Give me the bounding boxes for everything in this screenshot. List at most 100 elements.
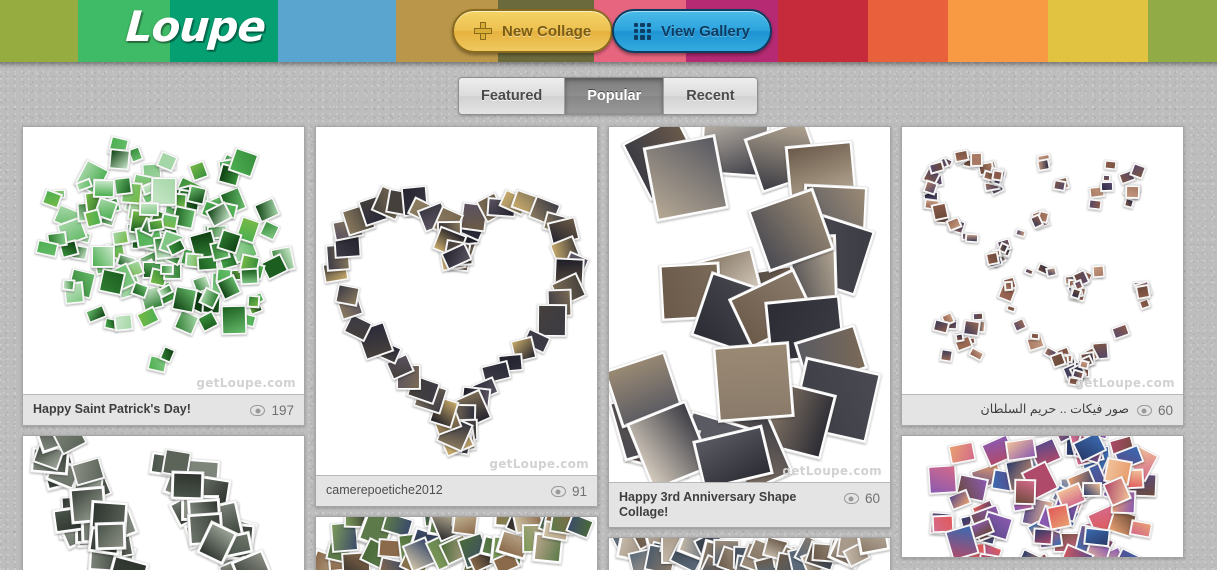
collage-photo (927, 463, 959, 495)
view-count: 60 (1157, 403, 1173, 418)
collage-photo-mosaic (609, 538, 890, 570)
collage-photo (146, 217, 165, 233)
tab-featured[interactable]: Featured (459, 78, 566, 114)
view-count-group: 91 (550, 483, 587, 499)
eye-icon (843, 493, 859, 504)
collage-photo (854, 538, 890, 556)
collage-photo (954, 332, 965, 343)
collage-caption: Happy 3rd Anniversary Shape Collage! 60 (609, 482, 890, 527)
collage-card[interactable]: getLoupe.com صور فيكات .. حريم السلطان 60 (901, 126, 1184, 426)
collage-photo (965, 232, 980, 244)
collage-card[interactable]: getLoupe.com Happy Saint Patrick's Day! 19… (22, 126, 305, 426)
collage-photo (991, 168, 1005, 182)
collage-card[interactable] (608, 537, 891, 570)
view-count: 60 (864, 491, 880, 506)
view-count-group: 60 (843, 490, 880, 506)
gallery-column: getLoupe.com camerepoetiche2012 91 (315, 126, 598, 570)
collage-card[interactable] (901, 435, 1184, 558)
collage-photo (1014, 227, 1027, 239)
eye-icon (250, 405, 266, 416)
collage-photo (967, 346, 985, 362)
collage-thumbnail[interactable] (609, 538, 890, 570)
collage-thumbnail[interactable] (902, 436, 1183, 557)
collage-photo-mosaic (316, 127, 597, 475)
collage-card[interactable]: getLoupe.com camerepoetiche2012 91 (315, 126, 598, 507)
view-count-group: 197 (250, 402, 294, 418)
collage-title: camerepoetiche2012 (326, 483, 443, 497)
collage-photo (1004, 436, 1037, 463)
collage-photo (1029, 331, 1041, 341)
collage-caption: صور فيكات .. حريم السلطان 60 (902, 394, 1183, 425)
header-content: Loupe New Collage View Gallery (0, 0, 1217, 62)
collage-photo (94, 521, 126, 550)
eye-icon (1136, 405, 1152, 416)
collage-title: Happy Saint Patrick's Day! (33, 402, 191, 416)
collage-title: Happy 3rd Anniversary Shape Collage! (619, 490, 797, 519)
collage-photo-mosaic (23, 127, 304, 394)
collage-photo-mosaic (23, 436, 304, 570)
collage-photo (927, 160, 945, 175)
collage-title: صور فيكات .. حريم السلطان (980, 402, 1129, 416)
collage-caption: Happy Saint Patrick's Day! 197 (23, 394, 304, 425)
view-gallery-button[interactable]: View Gallery (612, 9, 772, 53)
collage-photo-mosaic (609, 127, 890, 482)
collage-card[interactable] (22, 435, 305, 570)
collage-photo (113, 313, 135, 332)
collage-photo (1138, 297, 1152, 311)
collage-photo (1077, 358, 1090, 371)
collage-photo (97, 267, 126, 296)
collage-thumbnail[interactable]: getLoupe.com (316, 127, 597, 475)
collage-photo (1035, 158, 1052, 173)
gallery-column: getLoupe.com Happy 3rd Anniversary Shape … (608, 126, 891, 570)
site-logo[interactable]: Loupe (124, 2, 267, 51)
collage-photo (962, 319, 981, 338)
collage-photo (1003, 280, 1014, 291)
header-shadow (0, 62, 1217, 68)
collage-photo (1004, 303, 1017, 314)
view-count: 197 (271, 403, 294, 418)
collage-photo (1125, 184, 1141, 200)
collage-photo (970, 151, 984, 167)
collage-photo (172, 309, 201, 338)
collage-photo (1051, 178, 1067, 192)
collage-photo (642, 133, 731, 222)
collage-thumbnail[interactable]: getLoupe.com (609, 127, 890, 482)
collage-photo (537, 303, 568, 338)
collage-photo (1134, 283, 1151, 300)
collage-photo (170, 470, 205, 501)
collage-photo (1014, 478, 1037, 505)
plus-icon (474, 22, 492, 40)
new-collage-label: New Collage (502, 22, 592, 40)
collage-photo (1129, 519, 1154, 539)
view-count-group: 60 (1136, 402, 1173, 418)
tab-popular[interactable]: Popular (565, 78, 665, 114)
collage-photo (107, 147, 131, 171)
collage-photo (1087, 198, 1103, 211)
collage-thumbnail[interactable]: getLoupe.com (23, 127, 304, 394)
collage-photo (1082, 481, 1103, 497)
collage-photo (61, 277, 77, 291)
collage-card[interactable] (315, 516, 598, 570)
tab-recent[interactable]: Recent (664, 78, 757, 114)
collage-photo (1103, 159, 1117, 171)
collage-photo (1110, 322, 1131, 341)
collage-card[interactable]: getLoupe.com Happy 3rd Anniversary Shape … (608, 126, 891, 528)
collage-photo (952, 148, 970, 164)
collage-photo-mosaic (316, 517, 597, 570)
collage-photo (92, 178, 116, 199)
collage-thumbnail[interactable]: getLoupe.com (902, 127, 1183, 394)
collage-thumbnail[interactable] (23, 436, 304, 570)
collage-photo (1045, 265, 1058, 278)
collage-thumbnail[interactable] (316, 517, 597, 570)
collage-photo (565, 517, 595, 540)
collage-photo (930, 201, 950, 222)
collage-photo (939, 347, 954, 363)
collage-photo (1011, 316, 1029, 333)
collage-caption: camerepoetiche2012 91 (316, 475, 597, 506)
new-collage-button[interactable]: New Collage (452, 9, 614, 53)
gallery-filter-tabs: Featured Popular Recent (458, 77, 758, 115)
collage-photo (112, 175, 133, 196)
gallery-column: getLoupe.com Happy Saint Patrick's Day! 19… (22, 126, 305, 570)
grid-icon (634, 22, 651, 40)
collage-photo (1091, 264, 1105, 279)
